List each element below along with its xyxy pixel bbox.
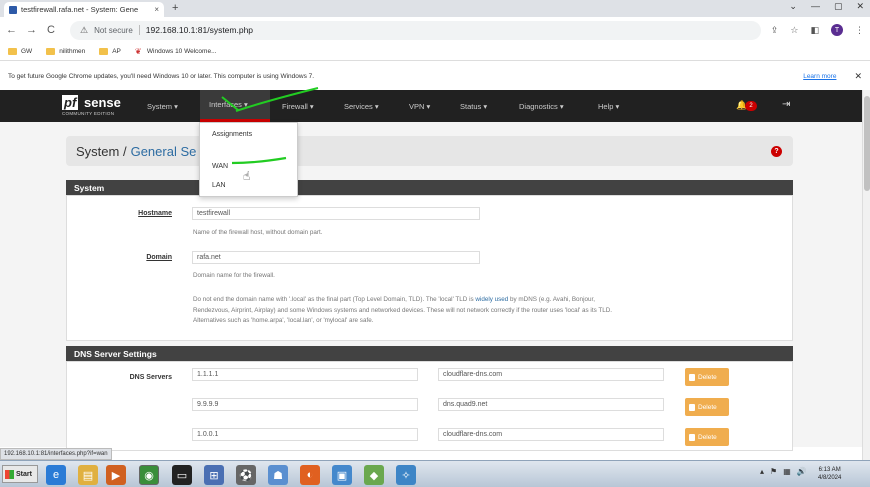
ie-icon[interactable]: e	[46, 465, 66, 485]
tray-up-icon[interactable]: ▴	[760, 467, 764, 476]
cmd-icon[interactable]: ▭	[172, 465, 192, 485]
windows-logo-icon	[5, 469, 14, 479]
clock-date: 4/8/2024	[818, 475, 842, 481]
scrollbar-thumb[interactable]	[864, 96, 870, 191]
network-app-icon[interactable]: ⊞	[204, 465, 224, 485]
flag-tray-icon[interactable]: ⚑	[770, 467, 777, 476]
chrome-icon[interactable]: ◉	[139, 465, 159, 485]
start-button[interactable]: Start	[2, 465, 38, 483]
media-player-icon[interactable]: ▶	[106, 465, 126, 485]
remote-desktop-icon[interactable]: ▣	[332, 465, 352, 485]
windows-taskbar: Start e ▤ ▶ ◉ ▭ ⊞ ⚽ ☗ ◐ ▣ ◆ ✧ ▴ ⚑ ▦ 🔊 6:…	[0, 460, 870, 487]
app-icon[interactable]: ◆	[364, 465, 384, 485]
annotation-overlay	[221, 87, 319, 165]
page-scrollbar[interactable]	[862, 90, 870, 460]
tool-icon[interactable]: ✧	[396, 465, 416, 485]
network-tray-icon[interactable]: ▦	[783, 467, 791, 476]
system-tray: ▴ ⚑ ▦ 🔊	[760, 467, 807, 476]
status-url-bubble: 192.168.10.1:81/interfaces.php?if=wan	[0, 448, 112, 460]
users-icon[interactable]: ☗	[268, 465, 288, 485]
annotation-underline	[231, 156, 287, 165]
football-icon[interactable]: ⚽	[236, 465, 256, 485]
system-clock[interactable]: 6:13 AM 4/8/2024	[818, 466, 841, 482]
annotation-arrow-stroke	[221, 96, 239, 111]
firefox-icon[interactable]: ◐	[300, 465, 320, 485]
volume-icon[interactable]: 🔊	[797, 467, 807, 476]
clock-time: 6:13 AM	[818, 467, 841, 473]
annotation-arrow-line	[235, 87, 319, 112]
start-label: Start	[16, 470, 32, 478]
explorer-icon[interactable]: ▤	[78, 465, 98, 485]
